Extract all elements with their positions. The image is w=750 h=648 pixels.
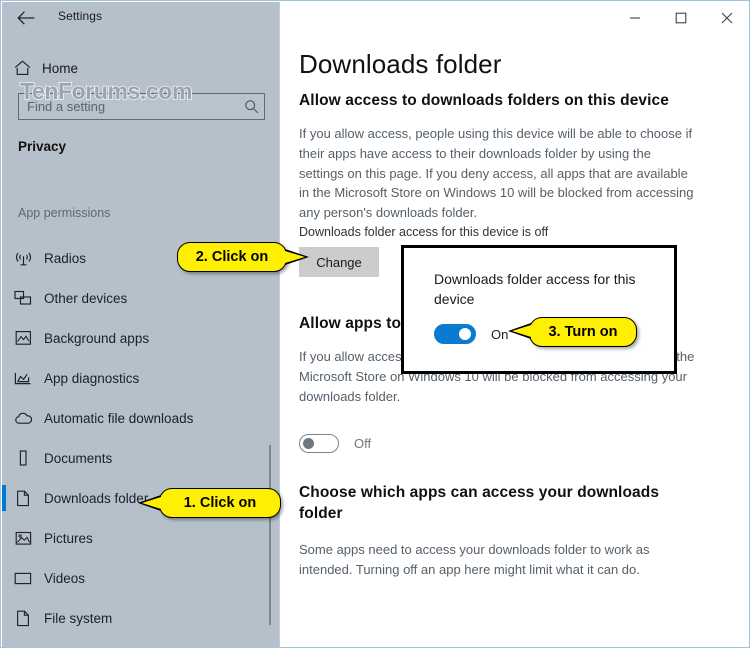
section-body-choose-apps: Some apps need to access your downloads … [299, 542, 650, 577]
change-button[interactable]: Change [299, 247, 379, 277]
sidebar-item-file-system[interactable]: File system [2, 598, 268, 638]
documents-icon [2, 450, 44, 466]
cloud-download-icon [2, 412, 44, 425]
sidebar-group-label: App permissions [18, 206, 111, 220]
videos-icon [2, 572, 44, 585]
toggle-switch-on[interactable] [434, 324, 476, 344]
close-icon[interactable] [704, 2, 749, 34]
selection-indicator [2, 405, 6, 431]
callout-tail-inner [285, 251, 305, 263]
device-access-status: Downloads folder access for this device … [299, 225, 549, 239]
callout-step-3: 3. Turn on [508, 317, 637, 347]
file-system-icon [2, 610, 44, 627]
sidebar-item-label: Downloads folder [44, 490, 149, 506]
sidebar-item-label: Documents [44, 450, 113, 466]
window-controls [612, 2, 749, 34]
sidebar-nav-list: Radios Other devices Background apps App… [2, 238, 268, 638]
sidebar-item-automatic-file-downloads[interactable]: Automatic file downloads [2, 398, 268, 438]
sidebar-item-label: Radios [44, 250, 87, 266]
sidebar-item-home-label: Home [42, 60, 79, 76]
sidebar-item-videos[interactable]: Videos [2, 558, 268, 598]
back-arrow-icon[interactable] [12, 6, 40, 30]
selection-indicator [2, 605, 6, 631]
sidebar-item-pictures[interactable]: Pictures [2, 518, 268, 558]
section-heading-choose-apps: Choose which apps can access your downlo… [299, 484, 660, 522]
selection-indicator [2, 245, 6, 271]
sidebar-category-title: Privacy [18, 139, 67, 154]
callout-step-2: 2. Click on [177, 242, 309, 272]
sidebar-item-other-devices[interactable]: Other devices [2, 278, 268, 318]
sidebar-item-label: App diagnostics [44, 370, 140, 386]
search-input[interactable] [19, 98, 238, 115]
search-box[interactable] [18, 93, 265, 120]
selection-indicator [2, 445, 6, 471]
sidebar: Settings Home TenForums.com Privacy A [2, 2, 280, 647]
sidebar-item-home[interactable]: Home [2, 54, 260, 82]
sidebar-item-label: Other devices [44, 290, 128, 306]
callout-text: 2. Click on [195, 249, 269, 265]
radios-icon [2, 250, 44, 267]
selection-indicator [2, 525, 6, 551]
sidebar-item-label: Videos [44, 570, 86, 586]
sidebar-scrollbar-thumb[interactable] [269, 445, 271, 625]
minimize-icon[interactable] [612, 2, 658, 34]
popup-toggle[interactable]: On [434, 324, 508, 344]
toggle-knob [303, 438, 314, 449]
section-body-allow-device: If you allow access, people using this d… [299, 126, 694, 220]
callout-text: 1. Click on [183, 495, 257, 511]
popup-toggle-state: On [491, 326, 509, 342]
background-apps-icon [2, 330, 44, 346]
sidebar-item-label: Background apps [44, 330, 150, 346]
app-diagnostics-icon [2, 371, 44, 386]
callout-text: 3. Turn on [548, 324, 618, 340]
callout-tail-inner [512, 325, 531, 337]
section-heading-allow-device: Allow access to downloads folders on thi… [299, 92, 669, 109]
selection-indicator [2, 325, 6, 351]
selection-indicator [2, 365, 6, 391]
pictures-icon [2, 531, 44, 546]
maximize-icon[interactable] [658, 2, 704, 34]
toggle-switch-off[interactable] [299, 434, 339, 453]
sidebar-item-label: Automatic file downloads [44, 410, 194, 426]
callout-tail-inner [142, 497, 161, 509]
selection-indicator [2, 285, 6, 311]
device-access-popup: Downloads folder access for this device … [401, 245, 677, 374]
sidebar-item-app-diagnostics[interactable]: App diagnostics [2, 358, 268, 398]
sidebar-item-documents[interactable]: Documents [2, 438, 268, 478]
sidebar-item-background-apps[interactable]: Background apps [2, 318, 268, 358]
sidebar-item-label: File system [44, 610, 113, 626]
settings-window: Settings Home TenForums.com Privacy A [0, 0, 750, 648]
toggle-knob [459, 328, 471, 340]
sidebar-scrollbar[interactable] [269, 2, 271, 647]
title-bar-left: Settings [2, 2, 280, 34]
downloads-folder-icon [2, 490, 44, 507]
popup-label: Downloads folder access for this device [434, 271, 636, 308]
home-icon [2, 60, 42, 76]
sidebar-item-label: Pictures [44, 530, 93, 546]
selection-indicator [2, 565, 6, 591]
allow-apps-toggle-state: Off [354, 436, 372, 451]
search-icon[interactable] [238, 99, 264, 114]
callout-step-1: 1. Click on [138, 488, 281, 518]
page-title: Downloads folder [299, 49, 502, 79]
app-title: Settings [58, 9, 103, 23]
other-devices-icon [2, 290, 44, 306]
allow-apps-toggle[interactable]: Off [299, 434, 371, 453]
selection-indicator [2, 485, 6, 511]
